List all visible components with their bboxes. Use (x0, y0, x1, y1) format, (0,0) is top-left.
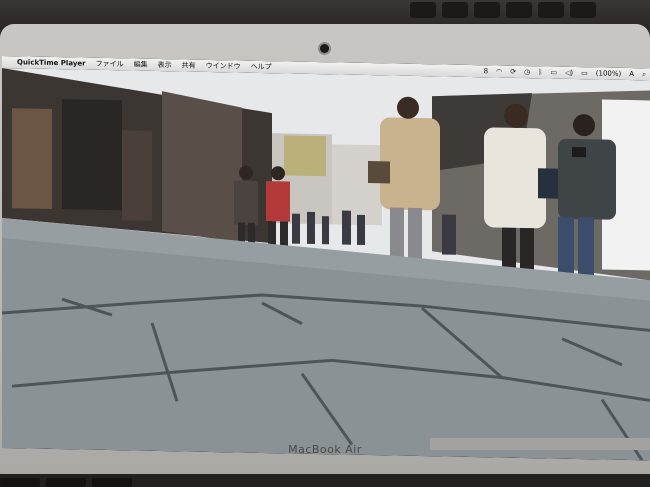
distant-building (332, 144, 382, 226)
wifi-icon[interactable]: ◠ (496, 65, 502, 77)
shop-goods (12, 108, 52, 209)
battery-percent: (100%) (595, 69, 622, 78)
shop-goods (122, 130, 152, 221)
laptop-screen: QuickTime Player ファイル 編集 表示 共有 ウインドウ ヘルプ… (2, 56, 650, 461)
menu-edit[interactable]: 編集 (134, 59, 148, 71)
keyboard-bottom-row (0, 474, 650, 487)
menu-file[interactable]: ファイル (96, 58, 124, 71)
clock-icon[interactable]: ◷ (524, 66, 530, 78)
keyboard-key (46, 478, 86, 487)
menu-window[interactable]: ウインドウ (206, 60, 241, 73)
keyboard-key (442, 2, 468, 18)
input-source-icon[interactable]: A (629, 68, 634, 80)
menu-help[interactable]: ヘルプ (251, 61, 272, 73)
bluetooth-icon[interactable]: ᛒ (538, 66, 542, 78)
keyboard-key (0, 478, 40, 487)
keyboard-key (474, 2, 500, 18)
battery-icon[interactable]: ▭ (581, 67, 588, 79)
device-brand-label: MacBook Air (288, 443, 362, 456)
webcam (320, 44, 329, 53)
menu-view[interactable]: 表示 (158, 59, 172, 71)
spotlight-icon[interactable]: ⌕ (642, 68, 646, 80)
shop-awning (162, 91, 242, 243)
volume-icon[interactable]: ◁) (565, 67, 573, 79)
billboard (284, 135, 326, 177)
keyboard-key (538, 2, 564, 18)
keyboard-key (506, 2, 532, 18)
keyboard-key (410, 2, 436, 18)
sync-icon[interactable]: ⟳ (510, 66, 516, 78)
airplay-icon[interactable]: ▭ (550, 67, 557, 79)
adobe-badge[interactable]: 8 (484, 65, 488, 77)
shop-goods (62, 99, 122, 211)
keyboard-key (92, 478, 132, 487)
keyboard-key (570, 2, 596, 18)
menu-share[interactable]: 共有 (182, 59, 196, 71)
video-frame (2, 68, 650, 461)
